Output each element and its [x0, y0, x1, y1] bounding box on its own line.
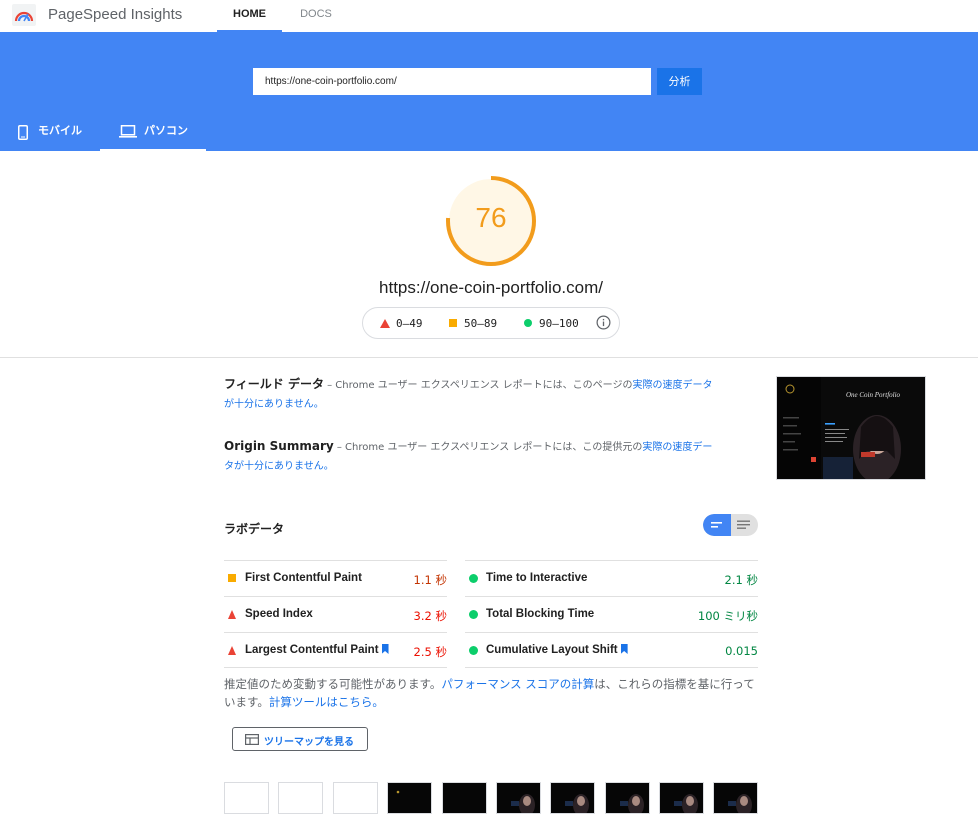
calculator-link[interactable]: 計算ツールはこちら。 [269, 695, 384, 709]
metric-name: Time to Interactive [486, 572, 588, 584]
legend-average-label: 50–89 [464, 317, 498, 330]
metric-value: 2.5 秒 [413, 645, 447, 659]
metric-name-with-bookmark: Cumulative Layout Shift [486, 644, 628, 656]
view-treemap-label: ツリーマップを見る [264, 737, 354, 748]
tested-url: https://one-coin-portfolio.com/ [379, 278, 603, 297]
metric-time-to-interactive: Time to Interactive 2.1 秒 [465, 560, 758, 596]
filmstrip-frame [333, 782, 378, 814]
tab-desktop[interactable]: パソコン [100, 118, 206, 151]
metric-total-blocking-time: Total Blocking Time 100 ミリ秒 [465, 596, 758, 632]
field-data-section: フィールド データ – Chrome ユーザー エクスペリエンス レポートには、… [224, 375, 716, 414]
poor-triangle-icon [228, 646, 236, 655]
filmstrip [224, 782, 758, 814]
lab-data-title: ラボデータ [224, 522, 285, 536]
filmstrip-frame [387, 782, 432, 814]
view-treemap-button[interactable]: ツリーマップを見る [232, 727, 368, 751]
legend-poor-label: 0–49 [396, 317, 423, 330]
screenshot-site-title: One Coin Portfolio [846, 391, 901, 399]
score-calculation-link[interactable]: パフォーマンス スコアの計算 [441, 677, 594, 691]
poor-triangle-icon [228, 610, 236, 619]
good-circle-icon [469, 574, 478, 583]
tab-docs[interactable]: DOCS [292, 0, 340, 32]
filmstrip-frame [496, 782, 541, 814]
metrics-view-toggle[interactable] [703, 514, 758, 536]
filmstrip-frame [605, 782, 650, 814]
metric-name-with-bookmark: Largest Contentful Paint [245, 644, 389, 656]
metric-name: First Contentful Paint [245, 572, 362, 584]
legend-good: 90–100 [524, 317, 579, 330]
filmstrip-frame [442, 782, 487, 814]
tab-home[interactable]: HOME [217, 0, 282, 32]
average-square-icon [228, 574, 236, 582]
legend-poor: 0–49 [380, 317, 423, 330]
tab-desktop-label: パソコン [144, 124, 188, 137]
score-legend: 0–49 50–89 90–100 [362, 307, 620, 339]
filmstrip-frame [550, 782, 595, 814]
legend-good-label: 90–100 [539, 317, 579, 330]
metric-value: 0.015 [725, 644, 758, 658]
note-text-1: 推定値のため変動する可能性があります。 [224, 677, 442, 691]
metric-value: 100 ミリ秒 [697, 609, 758, 623]
metric-name: Cumulative Layout Shift [486, 644, 618, 656]
filmstrip-frame [224, 782, 269, 814]
origin-summary-title: Origin Summary [224, 439, 334, 453]
laptop-icon [119, 125, 137, 138]
filmstrip-frame [278, 782, 323, 814]
section-divider [0, 357, 978, 358]
smartphone-icon [18, 125, 28, 140]
analyze-button[interactable]: 分析 [657, 68, 702, 95]
expanded-list-icon[interactable] [737, 520, 750, 530]
bookmark-icon[interactable] [381, 644, 389, 654]
metric-value: 3.2 秒 [413, 609, 447, 623]
good-circle-icon [469, 610, 478, 619]
good-circle-icon [469, 646, 478, 655]
metric-value: 1.1 秒 [413, 573, 447, 587]
metric-first-contentful-paint: First Contentful Paint 1.1 秒 [224, 560, 447, 596]
pagespeed-logo-icon[interactable] [12, 4, 36, 26]
metric-name: Total Blocking Time [486, 608, 595, 620]
metric-largest-contentful-paint: Largest Contentful Paint 2.5 秒 [224, 632, 447, 668]
brand-title[interactable]: PageSpeed Insights [48, 6, 182, 23]
performance-score-value: 76 [475, 202, 507, 233]
info-icon[interactable] [596, 315, 611, 330]
origin-summary-section: Origin Summary – Chrome ユーザー エクスペリエンス レポ… [224, 437, 716, 476]
top-bar: PageSpeed Insights HOME DOCS [0, 0, 978, 32]
screenshot-image: One Coin Portfolio [777, 377, 925, 479]
field-data-text: – Chrome ユーザー エクスペリエンス レポートには、このページの [323, 380, 633, 391]
search-header: 分析 モバイル パソコン [0, 32, 978, 151]
lab-data-note: 推定値のため変動する可能性があります。パフォーマンス スコアの計算は、これらの指… [224, 675, 758, 711]
metric-speed-index: Speed Index 3.2 秒 [224, 596, 447, 632]
filmstrip-frame [713, 782, 758, 814]
triangle-icon [380, 319, 390, 328]
metric-name: Largest Contentful Paint [245, 644, 379, 656]
tab-mobile[interactable]: モバイル [12, 118, 100, 151]
page-screenshot: One Coin Portfolio [776, 376, 926, 480]
field-data-title: フィールド データ [224, 377, 324, 391]
legend-average: 50–89 [449, 317, 497, 330]
bookmark-icon[interactable] [620, 644, 628, 654]
square-icon [449, 319, 457, 327]
metric-value: 2.1 秒 [724, 573, 758, 587]
compact-list-icon [711, 522, 722, 528]
metric-cumulative-layout-shift: Cumulative Layout Shift 0.015 [465, 632, 758, 668]
metric-name: Speed Index [245, 608, 313, 620]
treemap-icon [245, 734, 259, 745]
origin-summary-text: – Chrome ユーザー エクスペリエンス レポートには、この提供元の [333, 442, 643, 453]
url-input[interactable] [253, 68, 651, 95]
filmstrip-frame [659, 782, 704, 814]
tab-mobile-label: モバイル [38, 124, 82, 137]
circle-icon [524, 319, 532, 327]
